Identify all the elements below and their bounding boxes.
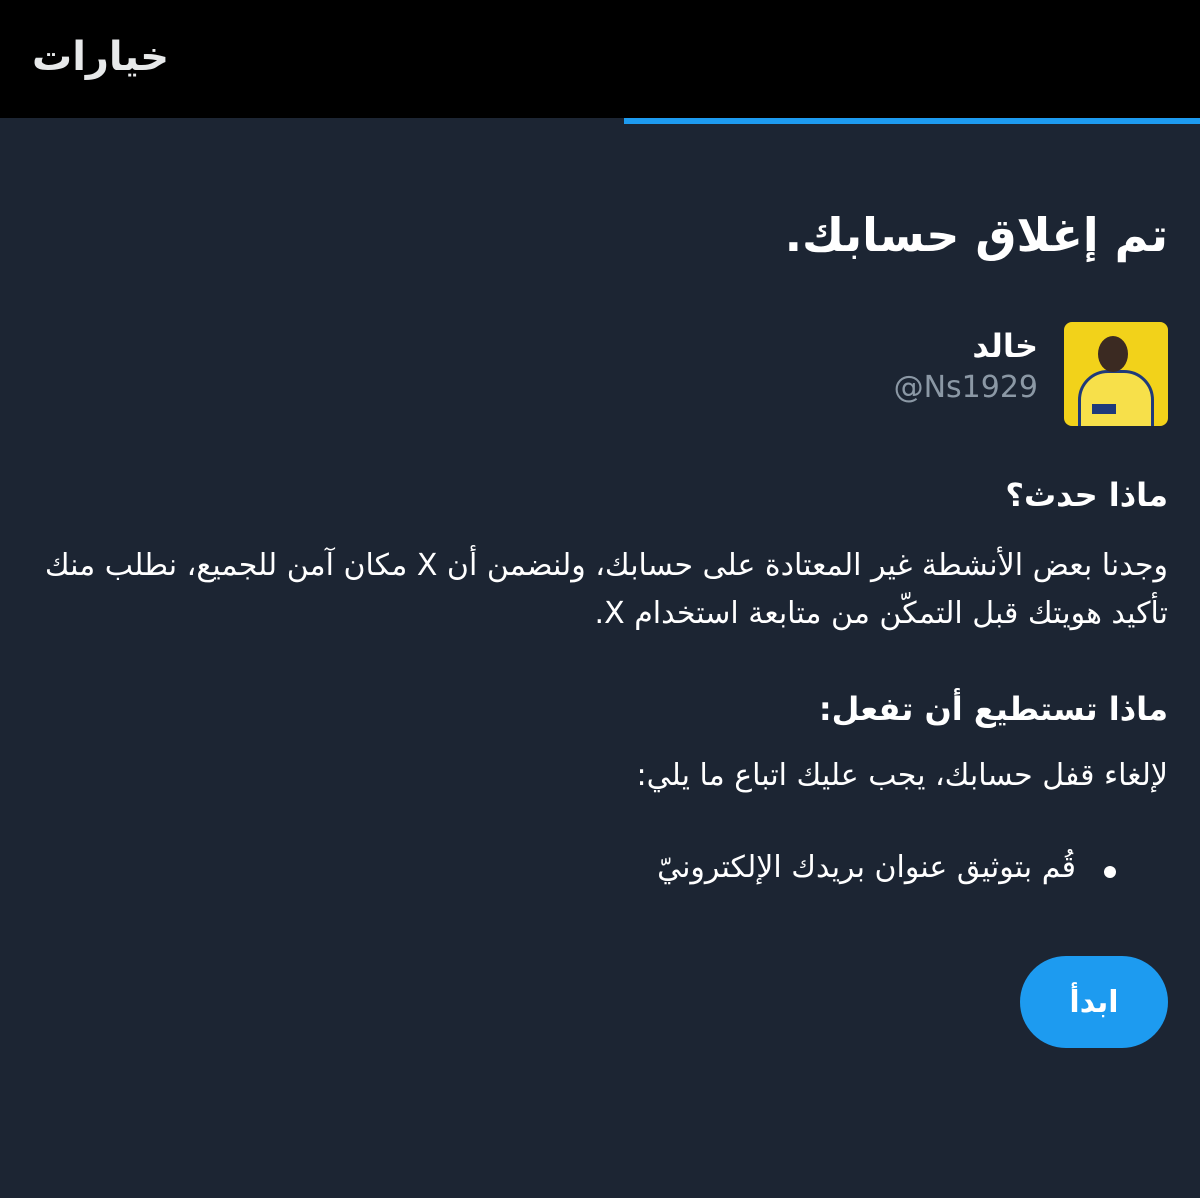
options-title[interactable]: خيارات xyxy=(32,34,169,80)
top-bar: خيارات xyxy=(0,0,1200,124)
steps-list: قُم بتوثيق عنوان بريدك الإلكترونيّ xyxy=(657,850,1116,885)
avatar xyxy=(1064,322,1168,426)
display-name: خالد xyxy=(972,327,1038,365)
page-title: تم إغلاق حسابك. xyxy=(784,208,1168,262)
what-you-can-do-text: لإلغاء قفل حسابك، يجب عليك اتباع ما يلي: xyxy=(636,758,1168,793)
start-button[interactable]: ابدأ xyxy=(1020,956,1168,1048)
list-item: قُم بتوثيق عنوان بريدك الإلكترونيّ xyxy=(657,850,1116,885)
what-you-can-do-title: ماذا تستطيع أن تفعل: xyxy=(818,690,1168,728)
progress-bar xyxy=(624,118,1200,124)
avatar-body xyxy=(1078,370,1154,426)
avatar-head xyxy=(1098,336,1128,372)
profile-text: خالد @Ns1929 xyxy=(894,322,1038,410)
what-happened-title: ماذا حدث؟ xyxy=(1005,476,1168,514)
user-handle: @Ns1929 xyxy=(893,370,1038,405)
step-label: قُم بتوثيق عنوان بريدك الإلكترونيّ xyxy=(657,850,1076,885)
what-happened-text: وجدنا بعض الأنشطة غير المعتادة على حسابك… xyxy=(44,548,1168,631)
bullet-icon xyxy=(1104,866,1116,878)
avatar-badge xyxy=(1092,404,1116,414)
profile-card: خالد @Ns1929 xyxy=(894,322,1168,426)
